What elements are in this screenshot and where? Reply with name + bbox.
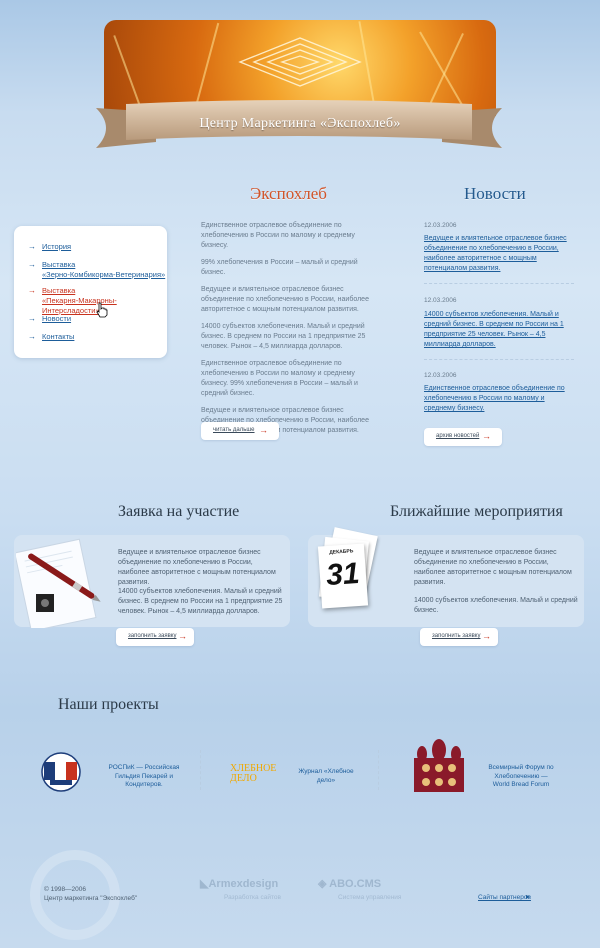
events-paragraph: Ведущее и влиятельное отраслевое бизнес … — [414, 549, 572, 586]
news-link[interactable]: 14000 субъектов хлебопечения. Малый и ср… — [424, 310, 576, 350]
nav-item-contacts[interactable]: → Контакты — [28, 332, 74, 342]
nav-item-history[interactable]: → История — [28, 242, 71, 252]
calendar-month: ДЕКАБРЬ — [329, 548, 354, 556]
read-more-label: читать дальше — [213, 427, 255, 433]
abocms-caption: Система управления — [338, 894, 402, 901]
arrow-right-icon: → — [28, 314, 36, 323]
news-archive-button[interactable]: архив новостей → — [424, 428, 502, 446]
fill-application-button[interactable]: заполнить заявку → — [116, 628, 194, 646]
news-date: 12.03.2006 — [424, 372, 457, 379]
arrow-right-icon: → — [28, 332, 36, 341]
news-link[interactable]: Единственное отраслевое объединение по х… — [424, 384, 576, 414]
arrow-right-icon: ▸ — [526, 892, 531, 901]
nav-item-label: История — [42, 242, 72, 251]
arrow-right-icon: → — [259, 425, 268, 435]
news-archive-label: архив новостей — [436, 433, 480, 439]
rospik-logo[interactable] — [30, 752, 92, 792]
company-description: Единственное отраслевое объединение по х… — [201, 221, 381, 443]
sidebar-nav: → История → Выставка «Зерно-Комбикорма-В… — [14, 226, 167, 358]
arrow-right-icon: → — [178, 631, 187, 641]
project-divider — [378, 750, 379, 790]
hleb-delo-logo[interactable]: ХЛЕБНОЕ ДЕЛО — [230, 764, 290, 784]
copyright-text: © 1998—2006 Центр маркетинга "Экспохлеб" — [44, 886, 138, 902]
fill-application-label: заполнить заявку — [128, 633, 177, 639]
news-heading: Новости — [464, 184, 526, 203]
company-paragraph: Единственное отраслевое объединение по х… — [201, 360, 358, 397]
nav-item-label: Новости — [42, 314, 72, 323]
calendar-icon: ДЕКАБРЬ 31 — [317, 525, 382, 617]
application-paragraph: 14000 субъектов хлебопечения. Малый и ср… — [118, 588, 283, 615]
fill-events-button[interactable]: заполнить заявку → — [420, 628, 498, 646]
nav-item-label: Контакты — [42, 332, 75, 341]
nav-item-label: Выставка «Зерно-Комбикорма-Ветеринария» — [42, 260, 166, 279]
armexdesign-label: Armexdesign — [208, 878, 279, 890]
nav-item-news[interactable]: → Новости — [28, 314, 71, 324]
armexdesign-link[interactable]: ◣Armexdesign — [200, 877, 278, 890]
events-paragraph: 14000 субъектов хлебопечения. Малый и ср… — [414, 597, 578, 614]
world-bread-forum-logo[interactable] — [410, 736, 468, 794]
site-title: Центр Маркетинга «Экспохлеб» — [199, 116, 401, 131]
pen-and-paper-icon — [16, 538, 101, 628]
partners-link[interactable]: Сайты партнеров — [478, 894, 531, 901]
application-heading: Заявка на участие — [118, 503, 240, 520]
hleb-delo-description[interactable]: Журнал «Хлебное дело» — [294, 768, 358, 785]
company-paragraph: Ведущее и влиятельное отраслевое бизнес … — [201, 286, 369, 313]
abocms-link[interactable]: ◈ ABO.CMS — [318, 877, 381, 890]
news-date: 12.03.2006 — [424, 222, 457, 229]
logo-ornament-icon — [238, 37, 362, 87]
news-link[interactable]: Ведущее и влиятельное отраслевое бизнес … — [424, 234, 576, 274]
armexdesign-caption: Разработка сайтов — [224, 894, 281, 901]
application-paragraph: Ведущее и влиятельное отраслевое бизнес … — [118, 549, 276, 586]
world-bread-forum-description[interactable]: Всемирный Форум по Хлебопечению — World … — [486, 764, 556, 790]
arrow-right-icon: → — [482, 631, 491, 641]
events-heading: Ближайшие мероприятия — [390, 503, 563, 520]
project-divider — [200, 750, 201, 790]
news-divider — [424, 359, 574, 360]
abocms-label: ABO.CMS — [329, 878, 382, 890]
calendar-day: 31 — [325, 556, 361, 593]
arrow-right-icon: → — [28, 260, 36, 269]
company-paragraph: 99% хлебопечения в России – малый и сред… — [201, 259, 358, 276]
arrow-right-icon: → — [28, 286, 36, 295]
news-divider — [424, 283, 574, 284]
company-heading: Экспохлеб — [250, 184, 327, 203]
nav-item-exhibition-grain[interactable]: → Выставка «Зерно-Комбикорма-Ветеринария… — [28, 260, 165, 280]
hand-cursor-icon — [96, 302, 108, 318]
company-paragraph: 14000 субъектов хлебопечения. Малый и ср… — [201, 323, 366, 350]
rospik-description[interactable]: РОСПиК — Российская Гильдия Пекарей и Ко… — [106, 764, 182, 790]
read-more-button[interactable]: читать дальше → — [201, 422, 279, 440]
abocms-icon: ◈ — [318, 878, 327, 890]
arrow-right-icon: → — [482, 431, 491, 441]
news-date: 12.03.2006 — [424, 297, 457, 304]
projects-heading: Наши проекты — [58, 696, 159, 713]
arrow-right-icon: → — [28, 242, 36, 251]
company-paragraph: Единственное отраслевое объединение по х… — [201, 222, 355, 249]
fill-events-label: заполнить заявку — [432, 633, 481, 639]
